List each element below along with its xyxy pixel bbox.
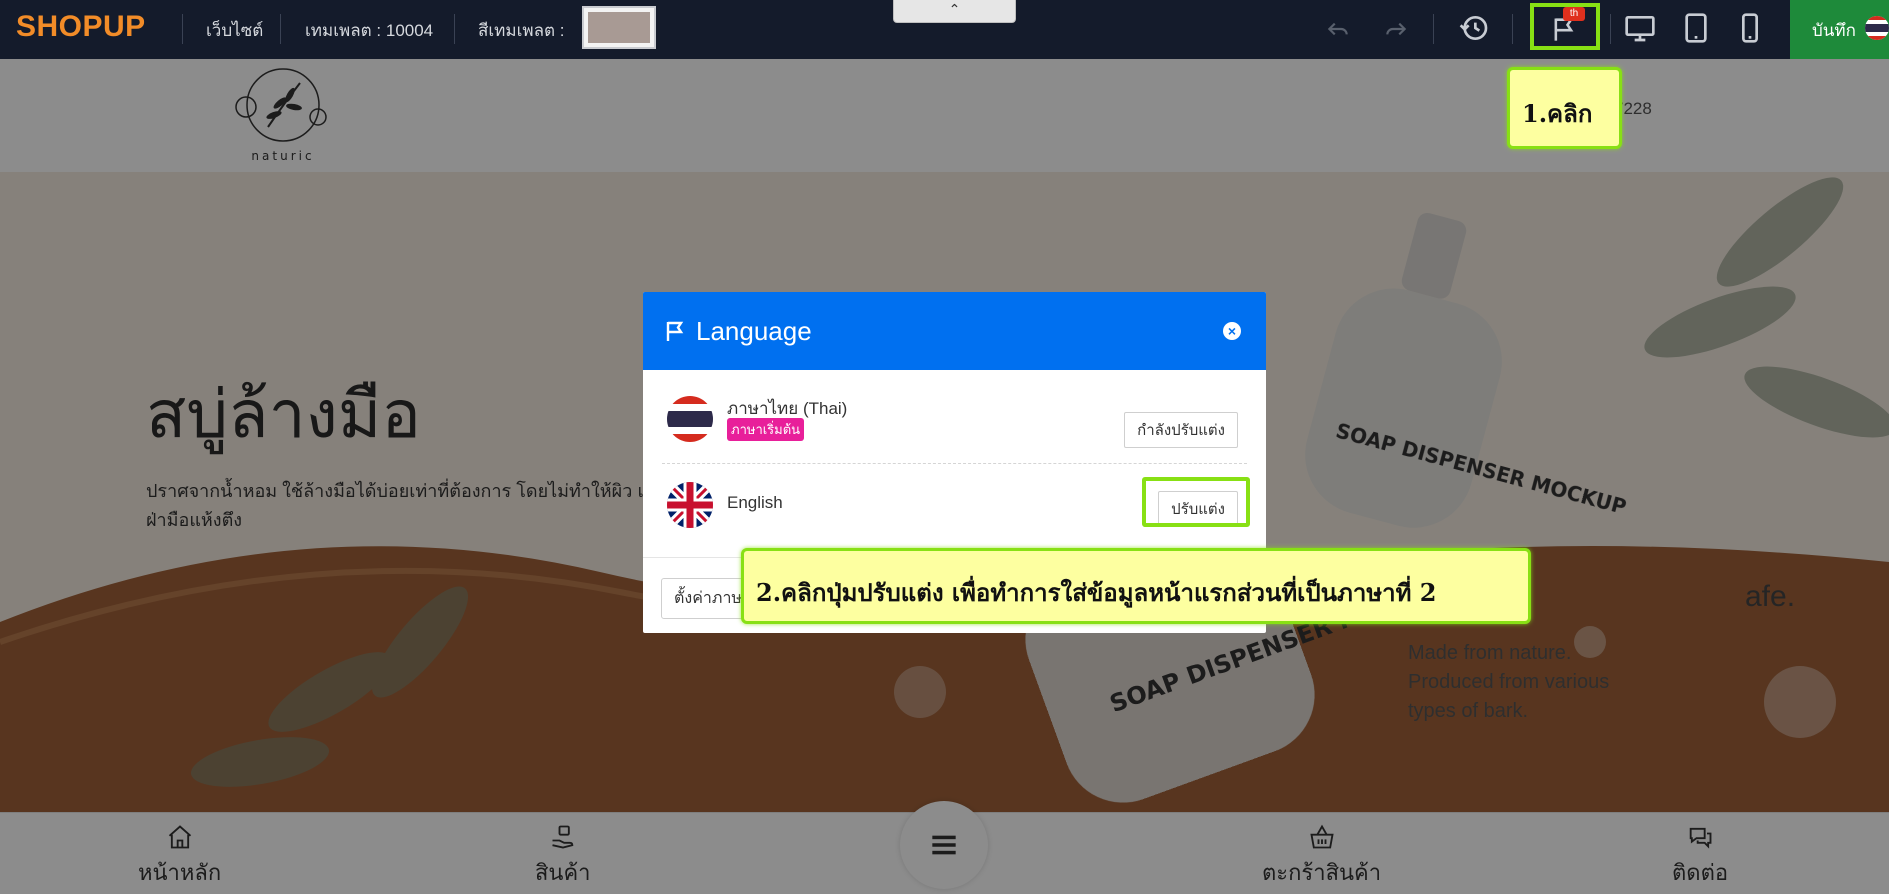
separator xyxy=(1512,14,1513,44)
thailand-flag-icon xyxy=(667,396,713,442)
separator xyxy=(182,14,183,44)
collapse-toolbar-button[interactable]: ⌃ xyxy=(893,0,1016,23)
separator xyxy=(1610,14,1611,44)
template-label[interactable]: เทมเพลต : 10004 xyxy=(305,17,433,44)
chevron-up-icon: ⌃ xyxy=(948,1,961,17)
language-badge: th xyxy=(1563,7,1585,21)
mobile-icon[interactable] xyxy=(1734,12,1766,44)
thailand-flag-icon xyxy=(1865,16,1889,40)
callout-step-1: 1.คลิก xyxy=(1507,67,1622,149)
language-row-thai: ภาษาไทย (Thai) ภาษาเริ่มต้น กำลังปรับแต่… xyxy=(662,392,1247,464)
close-icon[interactable]: × xyxy=(1223,322,1241,340)
language-name: English xyxy=(727,493,783,512)
modal-header: Language × xyxy=(643,292,1266,370)
modal-title: Language xyxy=(696,316,812,346)
separator xyxy=(454,14,455,44)
template-color-swatch[interactable] xyxy=(582,6,656,49)
separator xyxy=(280,14,281,44)
color-swatch-fill xyxy=(588,12,650,43)
tablet-icon[interactable] xyxy=(1680,12,1712,44)
callout-step-2: 2.คลิกปุ่มปรับแต่ง เพื่อทำการใส่ข้อมูลหน… xyxy=(741,548,1531,624)
editor-toolbar: SHOPUP เว็บไซต์ เทมเพลต : 10004 สีเทมเพล… xyxy=(0,0,1889,59)
flag-icon xyxy=(663,319,687,343)
undo-icon[interactable] xyxy=(1325,16,1351,42)
history-icon[interactable] xyxy=(1458,12,1490,44)
website-link[interactable]: เว็บไซต์ xyxy=(206,17,263,44)
save-label: บันทึก xyxy=(1812,21,1856,40)
template-color-label: สีเทมเพลต : xyxy=(478,21,565,40)
editing-button[interactable]: กำลังปรับแต่ง xyxy=(1124,412,1238,448)
uk-flag-icon xyxy=(667,482,713,528)
desktop-icon[interactable] xyxy=(1624,12,1656,44)
redo-icon[interactable] xyxy=(1383,16,1409,42)
default-language-badge: ภาษาเริ่มต้น xyxy=(727,418,805,441)
highlight-box-customize xyxy=(1142,477,1250,527)
separator xyxy=(1433,14,1434,44)
shopup-logo: SHOPUP xyxy=(16,10,146,43)
